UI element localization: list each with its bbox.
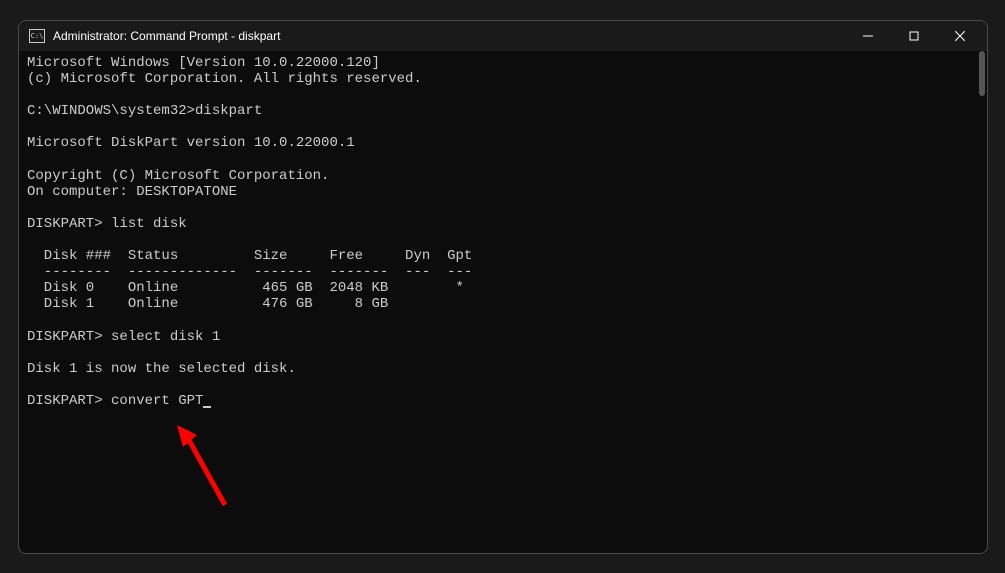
app-icon: C:\ [29, 29, 45, 43]
titlebar[interactable]: C:\ Administrator: Command Prompt - disk… [19, 21, 987, 51]
app-icon-text: C:\ [31, 32, 44, 40]
command-prompt-window: C:\ Administrator: Command Prompt - disk… [18, 20, 988, 554]
maximize-button[interactable] [891, 21, 937, 51]
terminal-text: Microsoft Windows [Version 10.0.22000.12… [27, 55, 472, 409]
minimize-button[interactable] [845, 21, 891, 51]
text-cursor [203, 406, 211, 408]
scrollbar-thumb[interactable] [979, 51, 985, 96]
window-title: Administrator: Command Prompt - diskpart [53, 29, 845, 43]
close-button[interactable] [937, 21, 983, 51]
window-controls [845, 21, 983, 51]
terminal-output[interactable]: Microsoft Windows [Version 10.0.22000.12… [19, 51, 987, 553]
